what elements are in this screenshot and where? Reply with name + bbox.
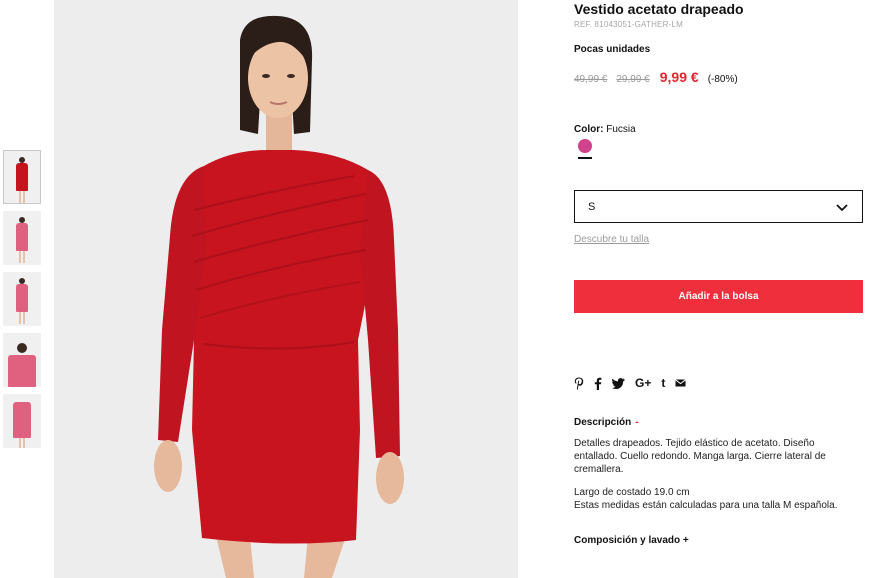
facebook-icon[interactable] (594, 375, 602, 391)
measurements: Largo de costado 19.0 cm Estas medidas e… (574, 486, 864, 512)
price-current: 9,99 € (659, 69, 699, 85)
price-row: 49,99 € 29,99 € 9,99 € (-80%) (574, 69, 738, 87)
color-row: Color: Fucsia (574, 124, 636, 135)
color-label: Color: (574, 124, 604, 135)
size-selected-value: S (588, 200, 596, 213)
swatch-selected-indicator (578, 157, 592, 159)
thumbnail-4[interactable] (3, 333, 41, 387)
composition-title: Composición y lavado (574, 535, 681, 546)
color-value: Fucsia (606, 124, 636, 135)
collapse-icon: - (635, 417, 639, 428)
color-swatch-fucsia[interactable] (578, 139, 592, 153)
size-guide-link[interactable]: Descubre tu talla (574, 234, 649, 245)
google-plus-icon[interactable]: G+ (635, 375, 651, 391)
expand-icon: + (682, 535, 689, 546)
composition-toggle[interactable]: Composición y lavado + (574, 535, 689, 546)
thumbnail-strip (0, 0, 46, 578)
add-to-bag-button[interactable]: Añadir a la bolsa (574, 280, 863, 313)
price-previous: 29,99 € (616, 74, 650, 85)
tumblr-icon[interactable]: t (661, 375, 665, 391)
thumbnail-1[interactable] (3, 150, 41, 204)
description-toggle[interactable]: Descripción - (574, 417, 639, 428)
twitter-icon[interactable] (612, 375, 625, 391)
product-main-image[interactable] (54, 0, 518, 578)
measure-line: Largo de costado 19.0 cm (574, 487, 690, 498)
price-original: 49,99 € (574, 74, 608, 85)
measure-note: Estas medidas están calculadas para una … (574, 500, 838, 511)
pinterest-icon[interactable] (574, 375, 584, 391)
thumbnail-2[interactable] (3, 211, 41, 265)
model-illustration (54, 0, 518, 578)
size-select[interactable]: S (574, 190, 863, 223)
share-icons: G+ t (574, 374, 696, 392)
thumbnail-3[interactable] (3, 272, 41, 326)
description-text: Detalles drapeados. Tejido elástico de a… (574, 438, 826, 475)
stock-status: Pocas unidades (574, 44, 651, 55)
product-info-panel: Vestido acetato drapeado REF. 81043051-G… (574, 0, 864, 578)
chevron-down-icon (836, 204, 848, 212)
discount-badge: (-80%) (707, 74, 738, 85)
email-icon[interactable] (675, 375, 687, 391)
thumbnail-5[interactable] (3, 394, 41, 448)
product-title: Vestido acetato drapeado (574, 1, 744, 17)
description-title: Descripción (574, 417, 632, 428)
product-reference: REF. 81043051-GATHER-LM (574, 20, 683, 29)
